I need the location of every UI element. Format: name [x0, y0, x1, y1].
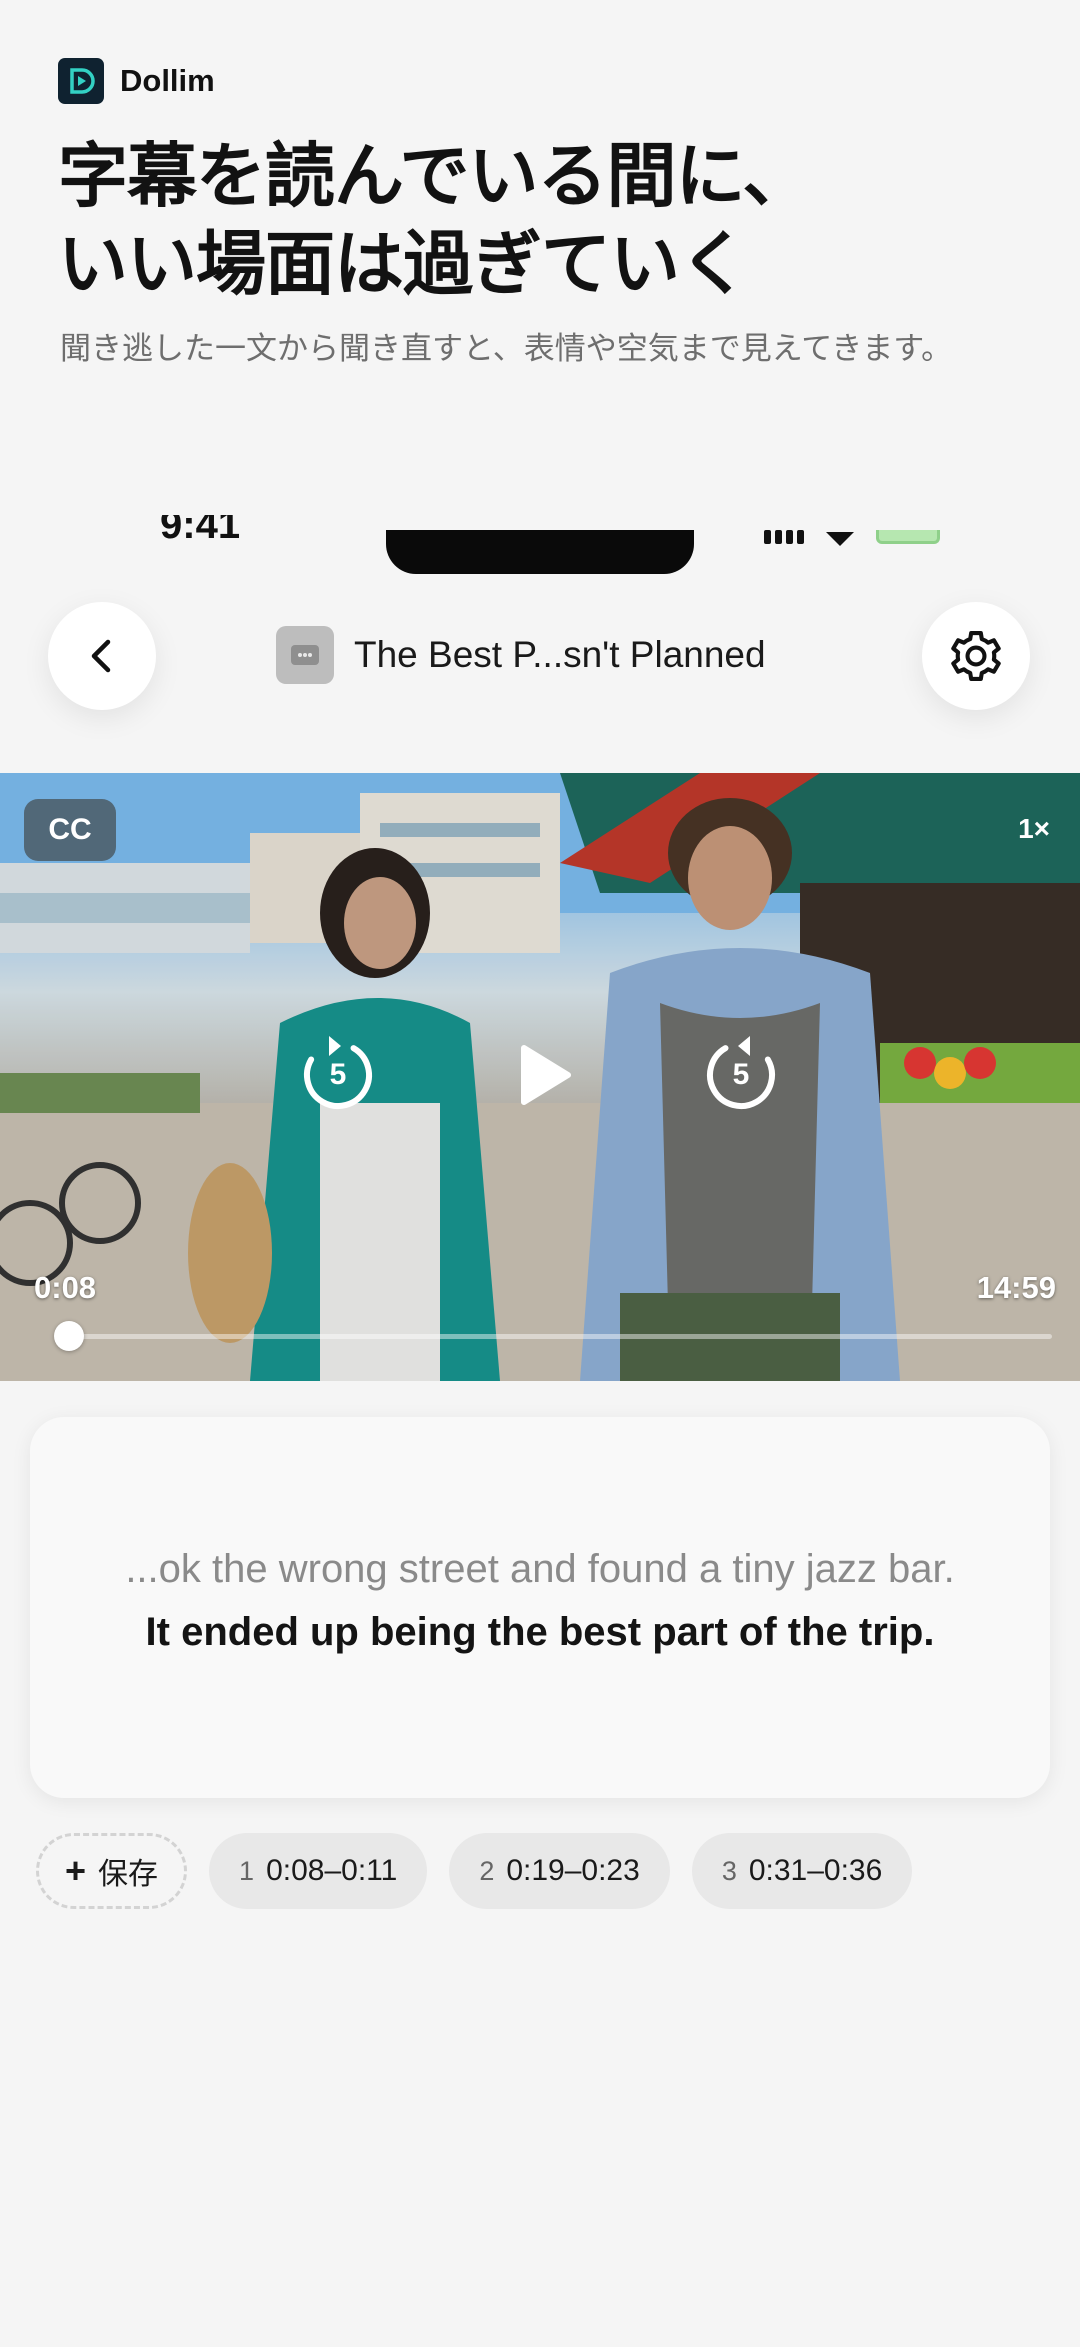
video-thumbnail	[276, 626, 334, 684]
progress-scrubber[interactable]	[53, 1321, 84, 1351]
forward-seconds: 5	[732, 1058, 750, 1091]
playback-speed-button[interactable]: 1×	[1018, 813, 1050, 845]
status-icons	[764, 530, 940, 546]
headline-line-1: 字幕を読んでいる間に、	[58, 137, 812, 215]
clip-range: 0:19–0:23	[506, 1854, 640, 1887]
dollim-logo-icon	[58, 58, 104, 104]
dynamic-island	[386, 530, 694, 574]
previous-subtitle-line[interactable]: ...ok the wrong street and found a tiny …	[30, 1547, 1050, 1592]
subtitle-icon	[291, 645, 319, 665]
brand: Dollim	[58, 58, 215, 104]
clip-chip[interactable]: 2 0:19–0:23	[449, 1833, 670, 1909]
clip-index: 2	[479, 1855, 495, 1886]
forward-5-button[interactable]: 5	[696, 1030, 786, 1120]
play-icon	[521, 1045, 571, 1105]
brand-name: Dollim	[120, 63, 215, 98]
plus-icon: +	[65, 1850, 87, 1891]
video-title-text: The Best P...sn't Planned	[354, 634, 766, 675]
subheadline: 聞き逃した一文から聞き直すと、表情や空気まで見えてきます。	[60, 331, 953, 366]
status-time: 9:41	[160, 515, 241, 547]
back-button[interactable]	[48, 602, 156, 710]
save-clip-label: 保存	[98, 1858, 159, 1891]
headline-line-2: いい場面は過ぎていく	[58, 225, 749, 303]
save-clip-button[interactable]: + 保存	[36, 1833, 188, 1909]
subtitle-panel: ...ok the wrong street and found a tiny …	[30, 1417, 1050, 1798]
signal-icon	[764, 530, 804, 544]
clip-chip[interactable]: 1 0:08–0:11	[209, 1833, 428, 1909]
rewind-5-button[interactable]: 5	[293, 1030, 383, 1120]
clip-index: 1	[239, 1855, 255, 1886]
rewind-seconds: 5	[329, 1058, 347, 1091]
current-time: 0:08	[34, 1270, 97, 1305]
wifi-icon	[826, 532, 854, 546]
clip-range: 0:31–0:36	[748, 1854, 883, 1887]
chevron-left-icon	[91, 639, 111, 673]
gear-icon	[951, 630, 1001, 682]
battery-icon	[876, 530, 940, 544]
video-player[interactable]: CC 1× 5 5 0:08 14:59	[0, 773, 1080, 1381]
play-button[interactable]	[498, 1030, 588, 1120]
clip-list: + 保存 1 0:08–0:11 2 0:19–0:23 3 0:31–0:36	[36, 1833, 913, 1909]
progress-track[interactable]	[53, 1321, 1052, 1351]
clip-chip[interactable]: 3 0:31–0:36	[691, 1833, 913, 1909]
captions-toggle-button[interactable]: CC	[24, 799, 116, 861]
headline: 字幕を読んでいる間に、 いい場面は過ぎていく	[58, 132, 812, 308]
duration: 14:59	[976, 1270, 1056, 1305]
clip-range: 0:08–0:11	[266, 1854, 398, 1887]
video-title: The Best P...sn't Planned	[276, 626, 766, 684]
clip-index: 3	[721, 1855, 737, 1886]
settings-button[interactable]	[922, 602, 1030, 710]
current-subtitle-line[interactable]: It ended up being the best part of the t…	[30, 1610, 1050, 1655]
